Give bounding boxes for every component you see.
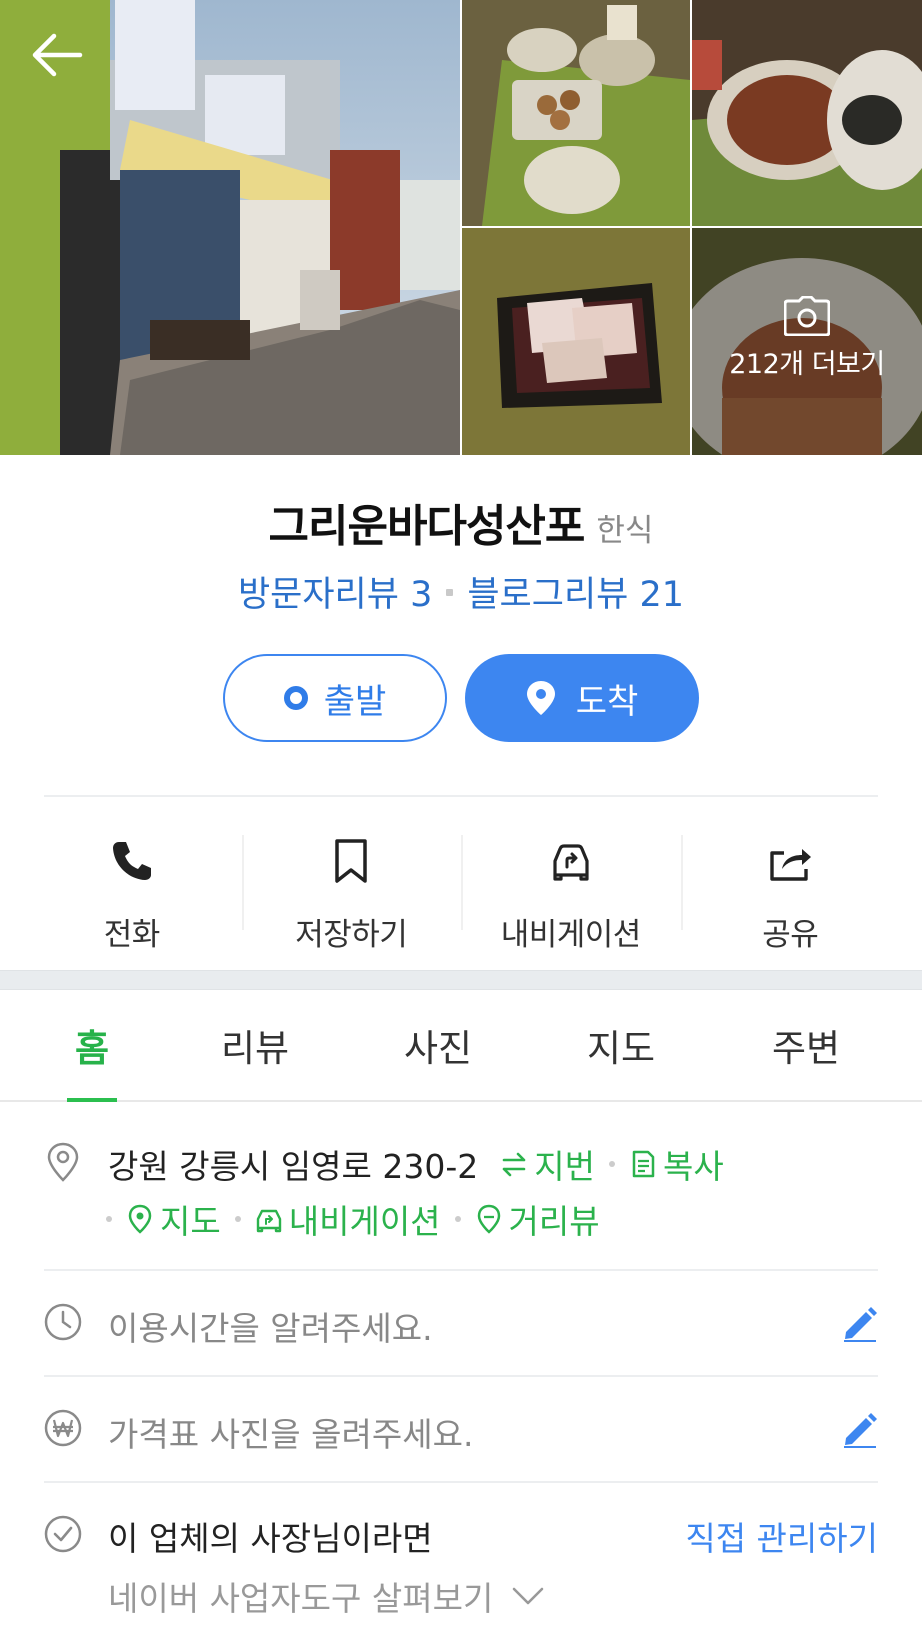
chevron-down-icon: [513, 1587, 544, 1605]
address-row: 강원 강릉시 임영로 230-2 지번 복사: [108, 1140, 724, 1188]
navigation-button[interactable]: 내비게이션: [461, 815, 681, 955]
tab-photos-label: 사진: [403, 1027, 473, 1070]
map-pin-icon: [526, 681, 555, 715]
place-title-row: 그리운바다성산포 한식: [0, 490, 922, 554]
action-bar: 전화 저장하기 내비게이션 공유: [22, 815, 900, 955]
hours-placeholder[interactable]: 이용시간을 알려주세요.: [108, 1302, 433, 1350]
link-separator: [106, 1216, 112, 1222]
share-icon: [770, 849, 812, 881]
section-gap: [0, 970, 922, 990]
link-separator: [454, 1216, 461, 1222]
place-category: 한식: [596, 513, 654, 549]
divider: [44, 1375, 878, 1377]
street-view-link[interactable]: 거리뷰: [475, 1195, 600, 1243]
car-navigation-icon: [553, 844, 589, 881]
review-summary: 방문자리뷰 3 블로그리뷰 21: [0, 566, 922, 617]
place-name: 그리운바다성산포: [268, 501, 586, 552]
tab-reviews[interactable]: 리뷰: [200, 990, 310, 1100]
owner-prompt: 이 업체의 사장님이라면: [108, 1519, 433, 1558]
copy-icon: [632, 1150, 655, 1178]
clock-icon: [44, 1302, 82, 1342]
photo-gallery: 212개 더보기: [0, 0, 922, 455]
divider: [44, 1269, 878, 1271]
bookmark-icon: [335, 839, 367, 883]
photo-more-tile[interactable]: 212개 더보기: [692, 228, 922, 455]
won-currency-icon: [44, 1408, 82, 1448]
map-link-label: 지도: [160, 1202, 221, 1241]
tab-nearby-label: 주변: [771, 1027, 841, 1070]
food-photo-2[interactable]: [692, 0, 922, 226]
save-button[interactable]: 저장하기: [241, 815, 462, 955]
save-label: 저장하기: [295, 917, 408, 953]
car-icon: [256, 1209, 281, 1233]
business-tools-toggle[interactable]: 네이버 사업자도구 살펴보기: [108, 1572, 545, 1620]
location-pin-icon: [44, 1142, 82, 1182]
start-point-icon: [283, 686, 308, 710]
pencil-icon: [844, 1413, 877, 1448]
pencil-icon: [844, 1307, 877, 1342]
divider: [44, 1481, 878, 1483]
food-photo-3[interactable]: [462, 228, 690, 455]
navigation-label: 내비게이션: [500, 917, 642, 953]
photo-count-label: 212개 더보기: [729, 349, 885, 380]
tab-map[interactable]: 지도: [566, 990, 676, 1100]
food-photo-1[interactable]: [462, 0, 690, 226]
tab-nearby[interactable]: 주변: [751, 990, 861, 1100]
lot-number-link[interactable]: 지번: [500, 1140, 595, 1188]
tab-photos[interactable]: 사진: [383, 990, 493, 1100]
address-links-row: 지도 내비게이션 거리뷰: [106, 1195, 600, 1243]
call-label: 전화: [103, 917, 161, 953]
divider: [44, 795, 878, 797]
route-arrive-button[interactable]: 도착: [465, 654, 699, 742]
copy-address-link[interactable]: 복사: [629, 1140, 724, 1188]
back-arrow-icon: [32, 33, 83, 77]
price-placeholder[interactable]: 가격표 사진을 올려주세요.: [108, 1408, 473, 1456]
tab-map-label: 지도: [586, 1027, 656, 1070]
address-text: 강원 강릉시 임영로 230-2: [108, 1147, 479, 1186]
map-link[interactable]: 지도: [126, 1195, 221, 1243]
call-button[interactable]: 전화: [22, 815, 242, 955]
lot-number-label: 지번: [534, 1147, 595, 1186]
check-circle-icon: [44, 1514, 82, 1554]
copy-label: 복사: [662, 1147, 724, 1186]
map-pin-outline-icon: [128, 1204, 152, 1234]
address-navigation-link[interactable]: 내비게이션: [255, 1195, 441, 1243]
edit-price-button[interactable]: [840, 1410, 878, 1448]
edit-hours-button[interactable]: [840, 1304, 878, 1342]
share-label: 공유: [762, 917, 819, 953]
manage-directly-link[interactable]: 직접 관리하기: [685, 1512, 878, 1560]
route-start-button[interactable]: 출발: [223, 654, 447, 742]
swap-arrows-icon: [502, 1152, 526, 1177]
back-button[interactable]: [28, 30, 86, 80]
address-navigation-label: 내비게이션: [288, 1202, 441, 1241]
business-tools-label: 네이버 사업자도구 살펴보기: [108, 1579, 494, 1618]
street-view-icon: [477, 1204, 500, 1234]
review-separator: [446, 588, 454, 596]
link-separator: [608, 1161, 615, 1167]
route-arrive-label: 도착: [575, 681, 639, 722]
street-view-label: 거리뷰: [508, 1202, 600, 1241]
tab-home[interactable]: 홈: [67, 990, 117, 1102]
link-separator: [234, 1216, 241, 1222]
route-start-label: 출발: [323, 681, 387, 722]
photo-more-overlay[interactable]: 212개 더보기: [692, 296, 922, 381]
camera-icon: [784, 296, 830, 336]
tab-bar: 홈 리뷰 사진 지도 주변: [0, 990, 922, 1102]
visitor-review-link[interactable]: 방문자리뷰 3: [238, 575, 432, 615]
tab-home-label: 홈: [74, 1027, 110, 1070]
phone-icon: [112, 842, 151, 880]
share-button[interactable]: 공유: [680, 815, 901, 955]
tab-reviews-label: 리뷰: [220, 1027, 290, 1070]
blog-review-link[interactable]: 블로그리뷰 21: [467, 575, 684, 615]
